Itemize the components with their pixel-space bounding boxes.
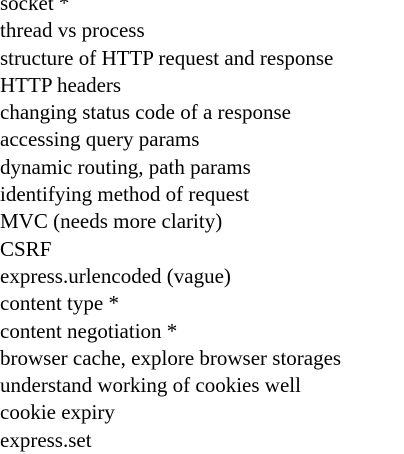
note-item: changing status code of a response: [0, 100, 291, 125]
note-item: dynamic routing, path params: [0, 154, 251, 179]
note-item: identifying method of request: [0, 182, 250, 207]
note-item: accessing query params: [0, 127, 200, 152]
note-item: understand working of cookies well: [0, 373, 301, 398]
note-item: express.urlencoded (vague): [0, 263, 231, 288]
note-item: cookie expiry: [0, 400, 115, 425]
note-item: browser cache, explore browser storages: [0, 345, 342, 370]
notes-list: socket * thread vs process structure of …: [0, 0, 341, 454]
note-item: HTTP headers: [0, 72, 122, 97]
note-item: express.set: [0, 427, 92, 452]
note-item: thread vs process: [0, 18, 145, 43]
note-item: content type *: [0, 291, 119, 316]
note-item: socket *: [0, 0, 70, 15]
note-item: MVC (needs more clarity): [0, 209, 223, 234]
note-item: CSRF: [0, 236, 52, 261]
note-item: structure of HTTP request and response: [0, 45, 334, 70]
note-item: content negotiation *: [0, 318, 178, 343]
